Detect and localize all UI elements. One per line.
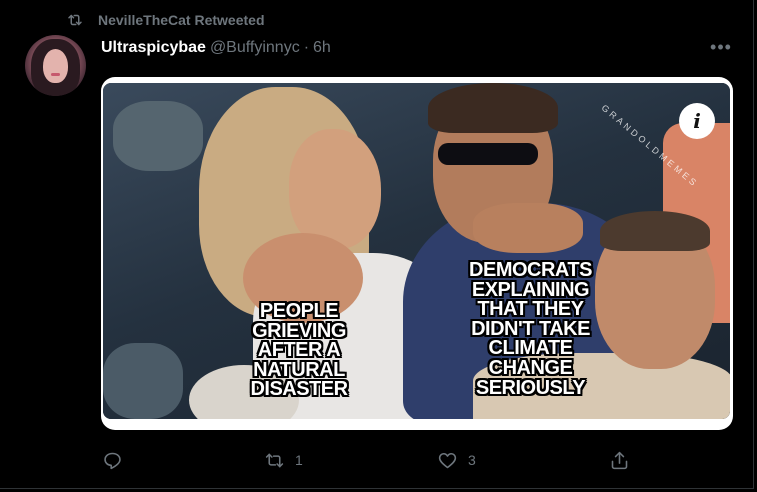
retweet-icon — [265, 453, 284, 467]
author-handle[interactable]: @Buffyinnyc — [210, 39, 300, 57]
tweet-timestamp[interactable]: 6h — [313, 39, 331, 57]
author-display-name[interactable]: Ultraspicybae — [101, 39, 206, 57]
info-icon: i — [693, 109, 701, 133]
header-separator: · — [303, 39, 310, 56]
retweet-count: 1 — [295, 452, 303, 468]
photo-man-sunglasses — [438, 143, 538, 165]
more-horizontal-icon: ••• — [710, 36, 732, 57]
avatar-lips — [51, 73, 60, 76]
photo-woman-face — [289, 129, 381, 249]
meme-caption-right: Democrats explaining that they didn't ta… — [469, 259, 592, 399]
retweet-button[interactable]: 1 — [264, 448, 303, 472]
photo-man-hair — [428, 83, 558, 133]
meme-photo: GRANDOLDMEMES People grieving after a na… — [103, 83, 730, 419]
retweet-context-text[interactable]: NevilleTheCat Retweeted — [98, 12, 265, 28]
avatar[interactable] — [25, 35, 86, 96]
share-icon — [611, 451, 628, 469]
share-button[interactable] — [609, 448, 640, 472]
avatar-face — [43, 49, 68, 83]
info-badge-button[interactable]: i — [679, 103, 715, 139]
like-count: 3 — [468, 452, 476, 468]
meme-caption-left: People grieving after a natural disaster — [250, 300, 348, 401]
tweet-media[interactable]: GRANDOLDMEMES People grieving after a na… — [101, 77, 733, 430]
heart-icon — [438, 452, 457, 468]
retweet-context: NevilleTheCat Retweeted — [66, 10, 265, 30]
reply-icon — [104, 452, 121, 469]
photo-older-man-hair — [600, 211, 710, 251]
like-button[interactable]: 3 — [437, 448, 476, 472]
photo-bg-seat-low-left — [103, 343, 183, 419]
reply-button[interactable] — [102, 448, 133, 472]
retweet-icon — [68, 14, 82, 26]
photo-bg-seat-left — [113, 101, 203, 171]
photo-man-hand — [473, 203, 583, 253]
tweet-header: Ultraspicybae @Buffyinnyc · 6h — [101, 37, 331, 59]
more-options-button[interactable]: ••• — [710, 36, 732, 57]
tweet-card[interactable]: NevilleTheCat Retweeted Ultraspicybae @B… — [0, 0, 754, 489]
